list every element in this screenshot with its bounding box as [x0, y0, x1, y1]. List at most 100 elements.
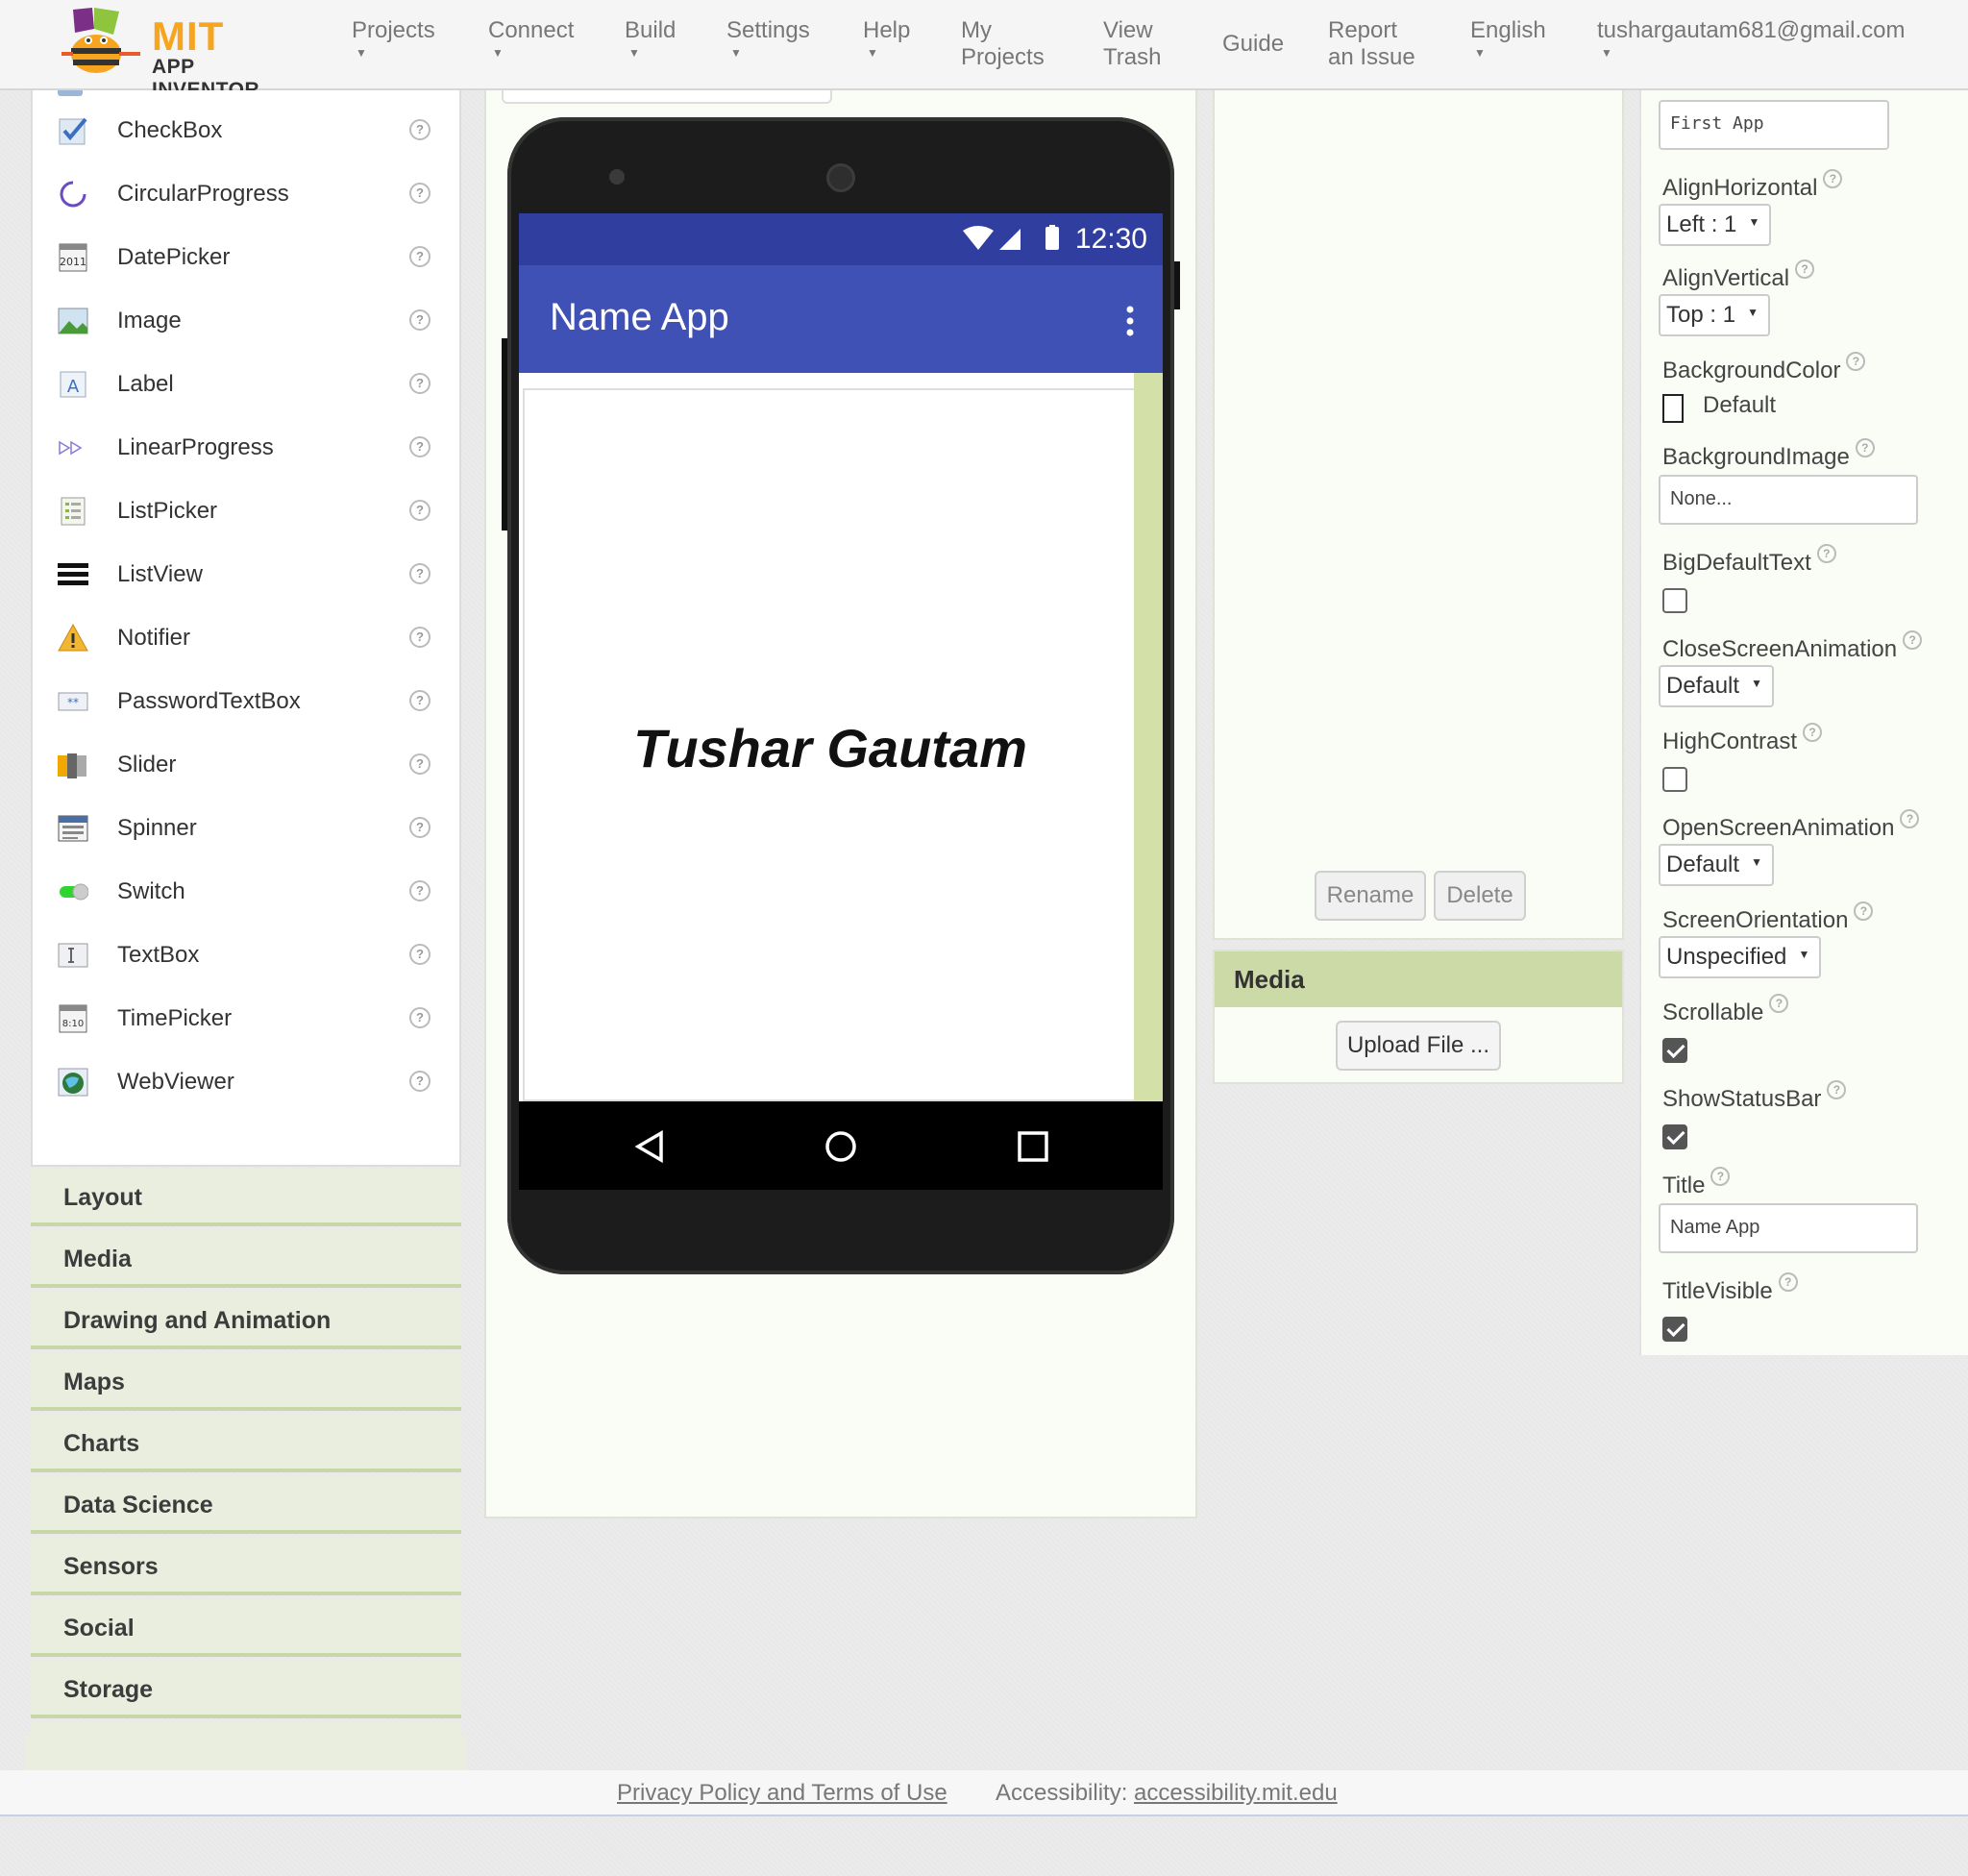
big-default-text-checkbox[interactable]	[1662, 588, 1687, 613]
help-icon[interactable]: ?	[409, 436, 430, 457]
help-icon[interactable]: ?	[1803, 723, 1823, 742]
align-vertical-dropdown[interactable]: Top : 1 ▼	[1659, 294, 1771, 336]
palette-item-slider[interactable]: Slider?	[33, 740, 459, 788]
help-icon[interactable]: ?	[1816, 544, 1836, 563]
nav-projects-label: Projects	[352, 17, 435, 43]
title-visible-checkbox[interactable]	[1662, 1317, 1687, 1342]
palette-item-datepicker[interactable]: 2011 DatePicker?	[33, 233, 459, 281]
nav-settings[interactable]: Settings ▼	[726, 17, 810, 60]
palette-item-timepicker[interactable]: 8:10 TimePicker?	[33, 994, 459, 1042]
palette-item-passwordtextbox[interactable]: ** PasswordTextBox?	[33, 677, 459, 725]
phone-app-bar: Name App	[519, 265, 1163, 373]
help-icon[interactable]: ?	[409, 817, 430, 838]
nav-help[interactable]: Help ▼	[863, 17, 910, 60]
scrollable-checkbox[interactable]	[1662, 1038, 1687, 1063]
palette-category-storage[interactable]: Storage	[31, 1661, 461, 1718]
nav-account-label: tushargautam681@gmail.com	[1597, 17, 1906, 43]
nav-view-trash[interactable]: View Trash	[1103, 17, 1161, 71]
nav-account[interactable]: tushargautam681@gmail.com ▼	[1597, 17, 1906, 60]
privacy-policy-link[interactable]: Privacy Policy and Terms of Use	[617, 1780, 947, 1807]
help-icon[interactable]: ?	[409, 1007, 430, 1028]
home-icon	[825, 1131, 856, 1162]
screen-selector[interactable]	[502, 90, 832, 104]
nav-guide[interactable]: Guide	[1222, 31, 1284, 58]
image-icon	[58, 306, 88, 336]
palette-category-social[interactable]: Social	[31, 1599, 461, 1657]
palette-item-checkbox[interactable]: CheckBox?	[33, 106, 459, 154]
media-panel-title: Media	[1215, 951, 1622, 1007]
palette-item-circularprogress[interactable]: CircularProgress?	[33, 169, 459, 217]
help-icon[interactable]: ?	[409, 1071, 430, 1092]
help-icon[interactable]: ?	[409, 183, 430, 204]
help-icon[interactable]: ?	[1900, 809, 1920, 828]
palette-item-listpicker[interactable]: ListPicker?	[33, 486, 459, 534]
palette-category-maps[interactable]: Maps	[31, 1353, 461, 1411]
palette-item-spinner[interactable]: Spinner?	[33, 803, 459, 852]
app-name-field[interactable]: First App	[1659, 100, 1889, 150]
open-screen-animation-dropdown[interactable]: Default ▼	[1659, 844, 1775, 886]
help-icon[interactable]: ?	[1854, 901, 1874, 921]
palette-item-image[interactable]: Image?	[33, 296, 459, 344]
palette-item-switch[interactable]: Switch?	[33, 867, 459, 915]
upload-file-button[interactable]: Upload File ...	[1336, 1021, 1501, 1071]
help-icon[interactable]: ?	[409, 563, 430, 584]
notifier-icon	[58, 623, 88, 654]
help-icon[interactable]: ?	[1778, 1272, 1798, 1292]
overflow-menu-icon[interactable]	[1126, 306, 1134, 336]
name-label[interactable]: Tushar Gautam	[525, 717, 1136, 779]
screen-orientation-dropdown[interactable]: Unspecified ▼	[1659, 936, 1822, 978]
help-icon[interactable]: ?	[409, 119, 430, 140]
app-inventor-logo[interactable]: MIT APP INVENTOR	[54, 8, 304, 101]
help-icon[interactable]: ?	[1795, 259, 1815, 279]
close-screen-animation-dropdown[interactable]: Default ▼	[1659, 665, 1775, 707]
help-icon[interactable]: ?	[1827, 1080, 1847, 1099]
delete-button[interactable]: Delete	[1434, 871, 1526, 921]
help-icon[interactable]: ?	[409, 690, 430, 711]
help-icon[interactable]: ?	[1903, 630, 1923, 650]
palette-item-listview[interactable]: ListView?	[33, 550, 459, 598]
help-icon[interactable]: ?	[409, 880, 430, 901]
align-horizontal-dropdown[interactable]: Left : 1 ▼	[1659, 204, 1772, 246]
nav-report-issue[interactable]: Report an Issue	[1328, 17, 1415, 71]
palette-item-linearprogress[interactable]: LinearProgress?	[33, 423, 459, 471]
help-icon[interactable]: ?	[409, 500, 430, 521]
palette-item-textbox[interactable]: TextBox?	[33, 930, 459, 978]
palette-category-data-science[interactable]: Data Science	[31, 1476, 461, 1534]
background-image-field[interactable]: None...	[1659, 475, 1918, 525]
palette-item-label: Slider	[117, 752, 177, 778]
show-status-bar-checkbox[interactable]	[1662, 1124, 1687, 1149]
help-icon[interactable]: ?	[1823, 169, 1843, 188]
accessibility-link[interactable]: accessibility.mit.edu	[1134, 1780, 1338, 1806]
palette-category-drawing-and-animation[interactable]: Drawing and Animation	[31, 1292, 461, 1349]
help-icon[interactable]: ?	[409, 309, 430, 331]
background-color-label: BackgroundColor?	[1662, 352, 1866, 384]
palette-item-webviewer[interactable]: WebViewer?	[33, 1057, 459, 1105]
help-icon[interactable]: ?	[409, 627, 430, 648]
palette-category-layout[interactable]: Layout	[31, 1169, 461, 1226]
palette-category-charts[interactable]: Charts	[31, 1415, 461, 1472]
help-icon[interactable]: ?	[409, 944, 430, 965]
nav-my-projects[interactable]: My Projects	[961, 17, 1045, 71]
help-icon[interactable]: ?	[409, 373, 430, 394]
title-field[interactable]: Name App	[1659, 1203, 1918, 1253]
palette-item-notifier[interactable]: Notifier?	[33, 613, 459, 661]
align-vertical-label: AlignVertical?	[1662, 259, 1815, 292]
nav-language[interactable]: English ▼	[1470, 17, 1546, 60]
help-icon[interactable]: ?	[1710, 1167, 1731, 1186]
help-icon[interactable]: ?	[409, 753, 430, 775]
nav-connect[interactable]: Connect ▼	[488, 17, 574, 60]
palette-category-media[interactable]: Media	[31, 1230, 461, 1288]
help-icon[interactable]: ?	[1846, 352, 1866, 371]
help-icon[interactable]: ?	[409, 246, 430, 267]
palette-category-sensors[interactable]: Sensors	[31, 1538, 461, 1595]
nav-build[interactable]: Build ▼	[625, 17, 676, 60]
rename-button[interactable]: Rename	[1315, 871, 1426, 921]
accessibility-note: Accessibility: accessibility.mit.edu	[996, 1780, 1338, 1807]
help-icon[interactable]: ?	[1855, 438, 1875, 457]
screen-content[interactable]: Tushar Gautam	[523, 388, 1134, 1101]
nav-projects[interactable]: Projects ▼	[352, 17, 435, 60]
help-icon[interactable]: ?	[1769, 994, 1789, 1013]
high-contrast-checkbox[interactable]	[1662, 767, 1687, 792]
palette-item-label[interactable]: A Label?	[33, 359, 459, 407]
earpiece-icon	[826, 163, 855, 192]
